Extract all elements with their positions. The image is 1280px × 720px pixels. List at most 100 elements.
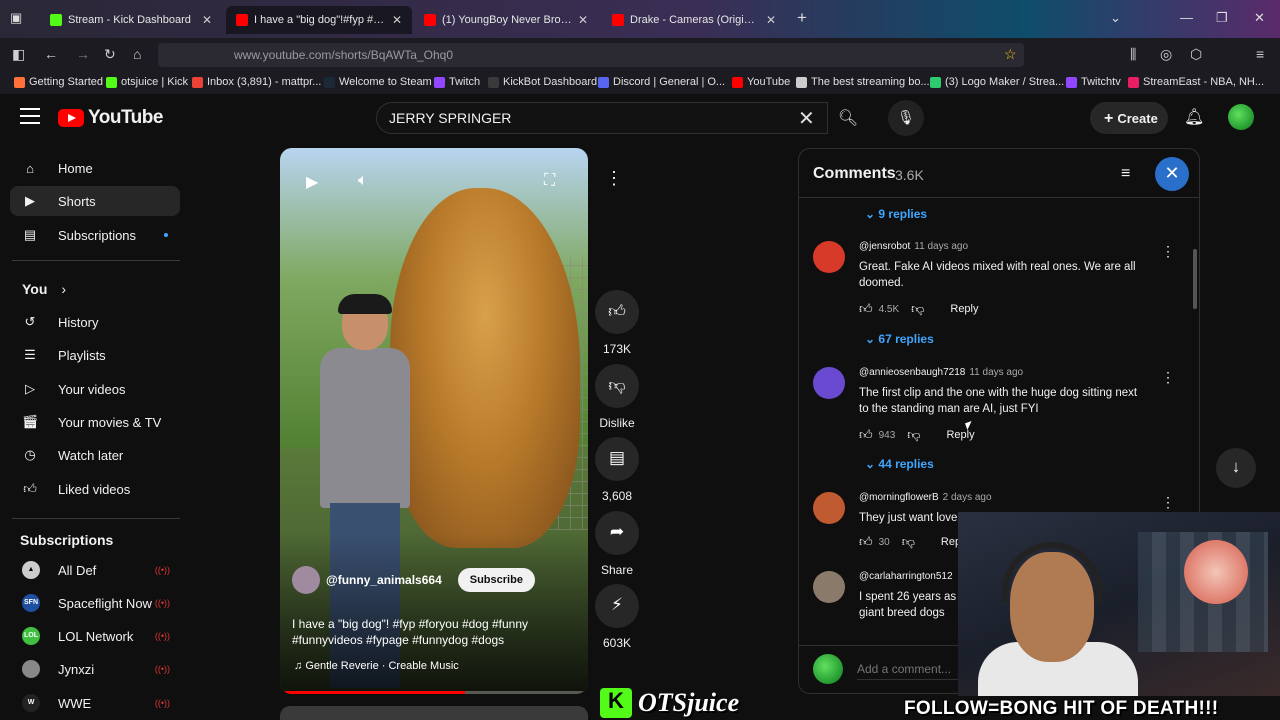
sidebar-item-you[interactable]: You › bbox=[10, 274, 180, 304]
comment-author[interactable]: @morningflowerB bbox=[859, 492, 939, 503]
reply-button[interactable]: Reply bbox=[950, 303, 978, 315]
sort-icon[interactable]: ≡ bbox=[1121, 165, 1130, 183]
sidebar-sub-item[interactable]: SFN Spaceflight Now ((•)) bbox=[10, 588, 180, 618]
hamburger-menu-icon[interactable] bbox=[20, 108, 40, 129]
close-tab-icon[interactable]: ✕ bbox=[202, 13, 212, 27]
sidebar-sub-item[interactable]: Jynxzi ((•)) bbox=[10, 654, 180, 684]
sidebar-item-home[interactable]: ⌂ Home bbox=[10, 153, 180, 183]
sidebar-item-your-videos[interactable]: ▷ Your videos bbox=[10, 374, 180, 404]
sidebar-item-playlists[interactable]: ☰ Playlists bbox=[10, 340, 180, 370]
url-field[interactable]: www.youtube.com/shorts/BqAWTa_Ohq0 bbox=[158, 43, 1024, 67]
thumbs-up-icon[interactable]: 👍︎ bbox=[595, 290, 639, 334]
arrow-down-icon[interactable]: ↓ bbox=[1216, 448, 1256, 488]
reply-button[interactable]: Reply bbox=[946, 429, 974, 441]
browser-tab[interactable]: Stream - Kick Dashboard ✕ bbox=[40, 6, 222, 34]
back-icon[interactable]: ← bbox=[44, 46, 58, 62]
browser-tab-active[interactable]: I have a "big dog"!#fyp #foryo ✕ bbox=[226, 6, 412, 34]
shorts-player[interactable]: ▶ 🔈︎ ⛶ @funny_animals664 Subscribe I hav… bbox=[280, 148, 588, 694]
bookmark-item[interactable]: Twitchtv bbox=[1066, 76, 1121, 88]
music-row[interactable]: ♫ Gentle Reverie · Creable Music bbox=[294, 660, 459, 672]
bookmark-item[interactable]: StreamEast - NBA, NH... bbox=[1128, 76, 1264, 88]
more-options-icon[interactable]: ⋮ bbox=[605, 168, 623, 189]
remix-action[interactable]: ⚡︎ 603K bbox=[595, 584, 639, 650]
play-icon[interactable]: ▶ bbox=[306, 172, 318, 192]
bookmark-item[interactable]: YouTube bbox=[732, 76, 790, 88]
fullscreen-icon[interactable]: ⛶ bbox=[544, 172, 555, 190]
thumbs-down-icon[interactable]: 👎︎ bbox=[907, 427, 920, 443]
scrollbar[interactable] bbox=[1193, 249, 1197, 309]
sidebar-sub-item[interactable]: LOL LOL Network ((•)) bbox=[10, 621, 180, 651]
bookmark-item[interactable]: KickBot Dashboard bbox=[488, 76, 597, 88]
replies-toggle[interactable]: ⌄ 9 replies bbox=[865, 207, 927, 221]
replies-toggle[interactable]: ⌄ 44 replies bbox=[865, 457, 934, 471]
close-icon[interactable]: ✕ bbox=[1155, 157, 1189, 191]
library-icon[interactable]: ⫼ bbox=[1130, 46, 1136, 63]
account-icon[interactable]: ◎ bbox=[1160, 46, 1172, 63]
sidebar-sub-item[interactable]: ▲ All Def ((•)) bbox=[10, 555, 180, 585]
search-input[interactable] bbox=[376, 102, 828, 134]
comment-avatar[interactable] bbox=[813, 367, 845, 399]
thumbs-up-icon[interactable]: 👍︎ bbox=[859, 301, 873, 317]
browser-tab[interactable]: (1) YoungBoy Never Broke Agai ✕ bbox=[414, 6, 598, 34]
comment-author[interactable]: @carlaharrington512 bbox=[859, 571, 953, 582]
thumbs-down-icon[interactable]: 👎︎ bbox=[911, 301, 924, 317]
short-title[interactable]: I have a "big dog"! #fyp #foryou #dog #f… bbox=[292, 616, 576, 648]
microphone-icon[interactable]: 🎙︎ bbox=[888, 100, 924, 136]
bookmark-star-icon[interactable]: ☆ bbox=[1004, 46, 1017, 63]
sidebar-item-subscriptions[interactable]: ▤ Subscriptions bbox=[10, 220, 180, 250]
avatar[interactable] bbox=[1228, 104, 1254, 130]
comment-author[interactable]: @annieosenbaugh7218 bbox=[859, 367, 965, 378]
comment-menu-icon[interactable]: ⋮ bbox=[1161, 494, 1175, 511]
remix-icon[interactable]: ⚡︎ bbox=[595, 584, 639, 628]
bookmark-item[interactable]: otsjuice | Kick bbox=[106, 76, 188, 88]
replies-toggle[interactable]: ⌄ 67 replies bbox=[865, 332, 934, 346]
sidebar-item-liked-videos[interactable]: 👍︎ Liked videos bbox=[10, 474, 180, 504]
bookmark-item[interactable]: Welcome to Steam bbox=[324, 76, 432, 88]
bookmark-item[interactable]: (3) Logo Maker / Strea... bbox=[930, 76, 1064, 88]
comment-author[interactable]: @jensrobot bbox=[859, 241, 910, 252]
thumbs-down-icon[interactable]: 👎︎ bbox=[902, 534, 915, 550]
minimize-icon[interactable]: — bbox=[1180, 10, 1193, 25]
share-action[interactable]: ➦ Share bbox=[595, 511, 639, 577]
bookmark-item[interactable]: Inbox (3,891) - mattpr... bbox=[192, 76, 321, 88]
sidebar-item-history[interactable]: ↺ History bbox=[10, 307, 180, 337]
subscribe-button[interactable]: Subscribe bbox=[457, 568, 535, 592]
channel-name[interactable]: @funny_animals664 bbox=[326, 573, 442, 587]
window-close-icon[interactable]: ✕ bbox=[1254, 10, 1265, 26]
search-icon[interactable]: 🔍︎ bbox=[828, 102, 868, 134]
comment-avatar[interactable] bbox=[813, 571, 845, 603]
thumbs-down-icon[interactable]: 👎︎ bbox=[595, 364, 639, 408]
comment-icon[interactable]: ▤ bbox=[595, 437, 639, 481]
like-action[interactable]: 👍︎ 173K bbox=[595, 290, 639, 356]
comment-avatar[interactable] bbox=[813, 241, 845, 273]
bookmark-item[interactable]: Getting Started bbox=[14, 76, 103, 88]
comments-action[interactable]: ▤ 3,608 bbox=[595, 437, 639, 503]
sidebar-item-watch-later[interactable]: ◷ Watch later bbox=[10, 440, 180, 470]
extensions-icon[interactable]: ⬡ bbox=[1190, 46, 1202, 63]
maximize-icon[interactable]: ❐ bbox=[1216, 10, 1228, 26]
share-icon[interactable]: ➦ bbox=[595, 511, 639, 555]
reload-icon[interactable]: ↻ bbox=[104, 46, 116, 63]
sidebar-item-movies[interactable]: 🎬︎ Your movies & TV bbox=[10, 407, 180, 437]
close-tab-icon[interactable]: ✕ bbox=[766, 13, 776, 27]
list-all-tabs-icon[interactable]: ⌄ bbox=[1110, 10, 1121, 26]
volume-icon[interactable]: 🔈︎ bbox=[358, 172, 368, 190]
thumbs-up-icon[interactable]: 👍︎ bbox=[859, 534, 873, 550]
clear-search-icon[interactable]: ✕ bbox=[798, 106, 815, 131]
comment-menu-icon[interactable]: ⋮ bbox=[1161, 369, 1175, 386]
channel-avatar[interactable] bbox=[292, 566, 320, 594]
bookmark-item[interactable]: The best streaming bo... bbox=[796, 76, 930, 88]
create-button[interactable]: + Create bbox=[1090, 102, 1168, 134]
next-short-preview[interactable] bbox=[280, 706, 588, 720]
forward-icon[interactable]: → bbox=[76, 46, 90, 62]
progress-bar[interactable] bbox=[280, 691, 588, 694]
sidebar-sub-item[interactable]: W WWE ((•)) bbox=[10, 688, 180, 718]
bell-icon[interactable]: 🔔︎ bbox=[1184, 107, 1204, 127]
bookmark-item[interactable]: Discord | General | O... bbox=[598, 76, 725, 88]
menu-icon[interactable]: ≡ bbox=[1256, 46, 1264, 62]
home-icon[interactable]: ⌂ bbox=[133, 46, 141, 62]
youtube-logo[interactable]: YouTube bbox=[58, 107, 163, 129]
dislike-action[interactable]: 👎︎ Dislike bbox=[595, 364, 639, 430]
browser-tab[interactable]: Drake - Cameras (Original CDQ ✕ bbox=[602, 6, 786, 34]
comment-menu-icon[interactable]: ⋮ bbox=[1161, 243, 1175, 260]
